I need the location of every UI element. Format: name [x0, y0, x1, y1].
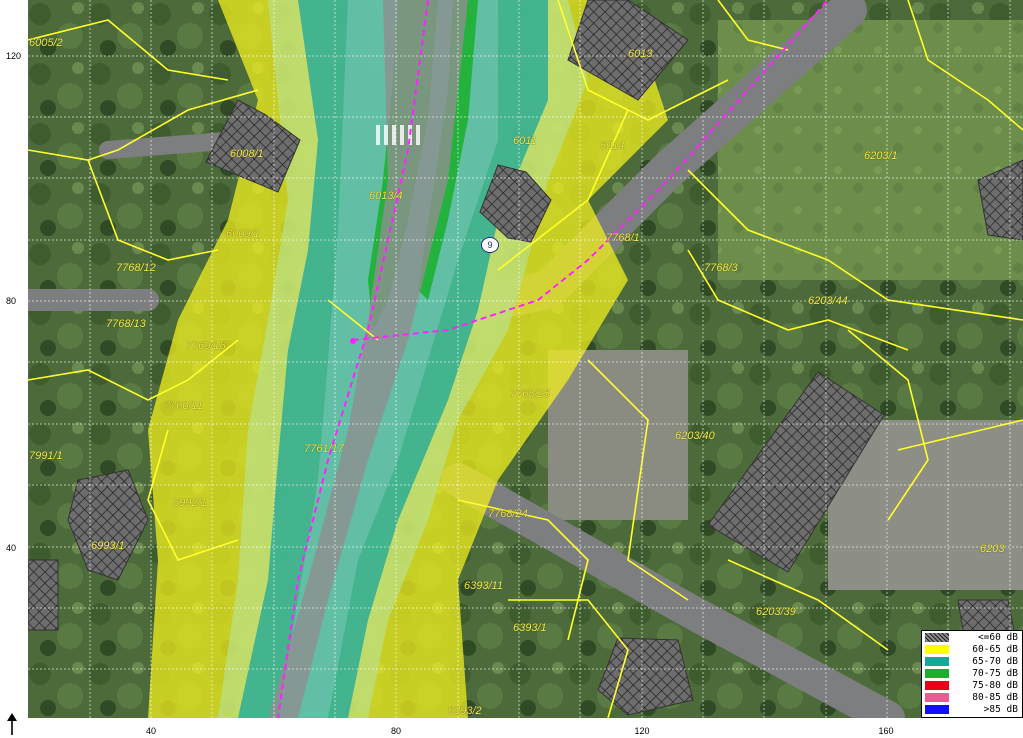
parcel-label: 7768/24 [488, 508, 528, 520]
parcel-label: 6014 [600, 140, 625, 152]
parcel-label: 6013 [628, 48, 653, 60]
parcel-label: 6203/1 [864, 150, 898, 162]
parcel-label: 7768/13 [106, 318, 146, 330]
parcel-label: 6203 [980, 543, 1005, 555]
parcel-label: 7768/3 [704, 262, 738, 274]
x-tick-label-160: 160 [878, 726, 894, 736]
parcel-label: 7760/11 [164, 400, 203, 412]
parcel-label: 6009/1 [226, 228, 260, 240]
legend-item: 70-75 dB [922, 667, 1022, 679]
legend-item: 65-70 dB [922, 655, 1022, 667]
map-svg [28, 0, 1023, 718]
parcel-label: 7768/25 [510, 388, 550, 400]
legend-swatch [925, 644, 949, 654]
parcel-label: 7768/1 [606, 232, 640, 244]
legend-label: 75-80 dB [972, 679, 1018, 691]
legend-swatch [925, 692, 949, 702]
legend-label: 70-75 dB [972, 667, 1018, 679]
parcel-label: 6203/39 [756, 606, 796, 618]
legend-item: >85 dB [922, 703, 1022, 715]
legend-label: 80-85 dB [972, 691, 1018, 703]
parcel-label: 6393/1 [513, 622, 547, 634]
y-tick-label-40: 40 [6, 543, 17, 553]
parcel-label: 6393/11 [464, 580, 503, 592]
parcel-label: 6011 [513, 135, 537, 147]
x-tick-label-80: 80 [390, 726, 402, 736]
legend-label: 60-65 dB [972, 643, 1018, 655]
y-tick-label-120: 120 [6, 51, 22, 61]
parcel-label: 6203/40 [675, 430, 715, 442]
route-node [350, 338, 356, 344]
north-arrow-icon [7, 713, 17, 735]
legend: <=60 dB 60-65 dB 65-70 dB 70-75 dB 75-80… [921, 630, 1023, 718]
legend-swatch [925, 704, 949, 714]
legend-item: 75-80 dB [922, 679, 1022, 691]
parcel-label: 6008/1 [230, 148, 264, 160]
map-viewer: 120 80 40 40 80 120 160 6005/2 6008/1 60… [0, 0, 1023, 738]
legend-item: <=60 dB [922, 631, 1022, 643]
parcel-label: 7761/17 [304, 443, 344, 455]
x-tick-label-40: 40 [145, 726, 157, 736]
legend-swatch [925, 656, 949, 666]
legend-label: 65-70 dB [972, 655, 1018, 667]
legend-label: <=60 dB [977, 631, 1018, 643]
legend-swatch [925, 668, 949, 678]
legend-swatch [925, 680, 949, 690]
parcel-label: 6013/4 [369, 190, 403, 202]
parcel-label: 7768/12 [116, 262, 156, 274]
x-tick-label-120: 120 [634, 726, 650, 736]
point-marker[interactable]: 9 [481, 237, 499, 253]
parcel-label: 6203/44 [808, 295, 848, 307]
parcel-label: 6005/2 [29, 37, 63, 49]
parcel-label: 5992/1 [173, 497, 207, 509]
parcel-label: 6393/2 [448, 705, 482, 717]
parcel-label: 7769/16 [186, 340, 226, 352]
legend-swatch-hatched [925, 632, 949, 642]
legend-item: 60-65 dB [922, 643, 1022, 655]
parcel-label: 7991/1 [29, 450, 63, 462]
legend-item: 80-85 dB [922, 691, 1022, 703]
legend-label: >85 dB [983, 703, 1018, 715]
y-tick-label-80: 80 [6, 296, 17, 306]
parcel-label: 6993/1 [91, 540, 125, 552]
map-canvas[interactable]: 6005/2 6008/1 6009/1 7768/12 7768/13 776… [28, 0, 1023, 718]
